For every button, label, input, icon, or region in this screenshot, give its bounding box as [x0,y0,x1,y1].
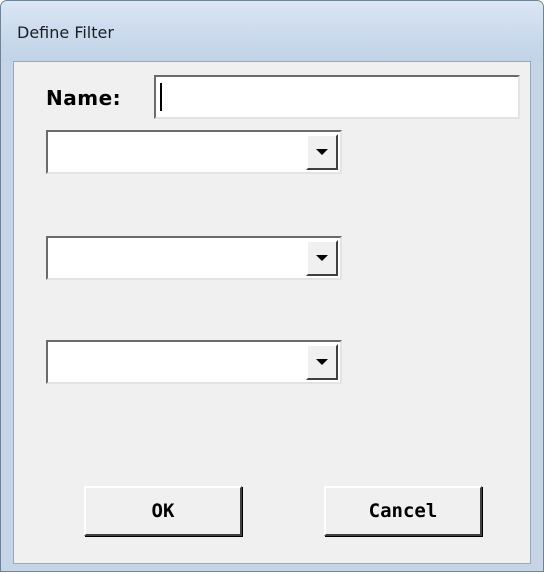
filter-dropdown-3[interactable] [46,340,342,384]
name-label: Name: [46,86,122,110]
ok-button[interactable]: OK [84,486,242,536]
text-caret [160,83,162,111]
chevron-down-icon [316,255,328,261]
filter-dropdown-3-button[interactable] [306,344,338,380]
window-title: Define Filter [17,23,114,42]
filter-dropdown-1[interactable] [46,130,342,174]
define-filter-dialog: Define Filter Name: OK Cancel [0,0,544,572]
chevron-down-icon [316,149,328,155]
filter-dropdown-1-button[interactable] [306,134,338,170]
chevron-down-icon [316,359,328,365]
dialog-client-area: Name: OK Cancel [13,61,531,564]
filter-dropdown-2[interactable] [46,236,342,280]
title-bar[interactable]: Define Filter [1,1,543,61]
filter-dropdown-2-button[interactable] [306,240,338,276]
cancel-button[interactable]: Cancel [324,486,482,536]
name-input[interactable] [154,75,520,119]
